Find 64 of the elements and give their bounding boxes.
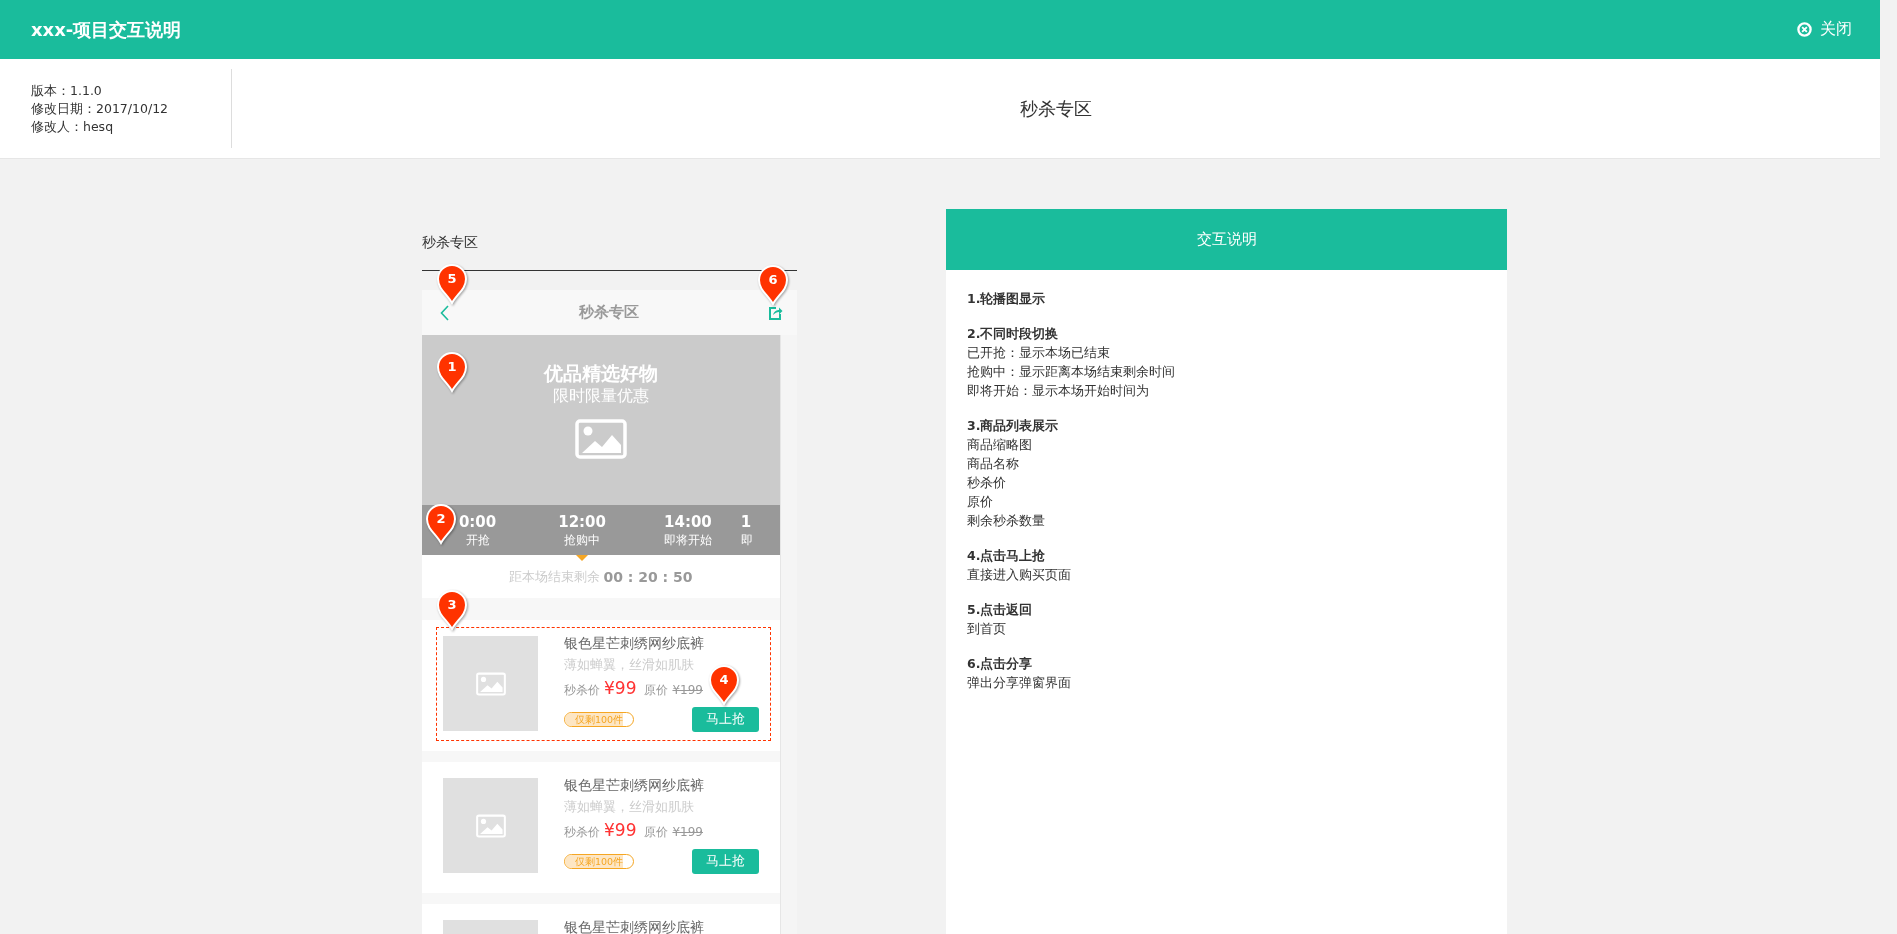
tab-time: 14:00 [664,512,712,532]
note-line: 抢购中：显示距离本场结束剩余时间 [967,363,1176,381]
note-heading: 4.点击马上抢 [967,547,1047,565]
page-title: 秒杀专区 [1020,96,1092,121]
time-tab[interactable]: 14:00 即将开始 [635,505,741,555]
marker-pin: 6 [756,264,790,306]
note-heading: 5.点击返回 [967,601,1034,619]
note-line: 商品缩略图 [967,436,1033,454]
note-line: 即将开始：显示本场开始时间为 [967,382,1150,400]
product-name: 银色星芒刺绣网纱底裤 [564,776,705,794]
notes-header: 交互说明 [946,209,1507,270]
product-card[interactable]: 银色星芒刺绣网纱底裤 [422,904,780,934]
note-line: 商品名称 [967,455,1020,473]
time-tab[interactable]: 0:00 开抢 [458,505,498,555]
marker-pin: 1 [435,351,469,393]
note-line: 剩余秒杀数量 [967,512,1046,530]
app-title: xxx-项目交互说明 [31,17,182,42]
stock-label: 仅剩100件 [574,855,624,868]
image-icon [575,419,627,459]
meta-line: 版本：1.1.0 [31,81,103,100]
stock-label: 仅剩100件 [574,713,624,726]
original-price: ¥199 [672,683,703,697]
marker-pin: 2 [424,503,458,545]
original-price: ¥199 [672,825,703,839]
note-line: 已开抢：显示本场已结束 [967,344,1111,362]
note-heading: 2.不同时段切换 [967,325,1060,343]
buy-now-button[interactable]: 马上抢 [692,849,759,874]
tab-label: 即 [740,532,753,548]
share-icon[interactable] [768,305,783,320]
note-line: 直接进入购买页面 [967,566,1072,584]
countdown-time: 00 : 20 : 50 [603,568,693,585]
product-name: 银色星芒刺绣网纱底裤 [564,634,705,652]
price-label: 秒杀价 [564,824,600,841]
original-price-label: 原价 [644,682,669,699]
note-heading: 6.点击分享 [967,655,1034,673]
nav-title: 秒杀专区 [578,303,639,322]
marker-pin: 3 [435,589,469,631]
marker-pin: 5 [435,263,469,305]
image-icon [475,813,506,838]
image-icon [475,671,506,696]
sale-price: ¥99 [604,678,637,698]
meta-line: 修改日期：2017/10/12 [31,99,170,118]
price-label: 秒杀价 [564,682,600,699]
tab-time: 1 [740,512,752,532]
note-heading: 3.商品列表展示 [967,417,1060,435]
tab-time: 12:00 [558,512,606,532]
close-button[interactable]: 关闭 [1797,19,1852,40]
tab-label: 抢购中 [564,532,601,548]
tab-time: 0:00 [458,512,497,532]
note-line: 弹出分享弹窗界面 [967,674,1072,692]
tab-label: 开抢 [465,532,490,548]
note-line: 秒杀价 [967,474,1007,492]
note-heading: 1.轮播图显示 [967,290,1047,308]
product-name: 银色星芒刺绣网纱底裤 [564,918,705,934]
buy-now-button[interactable]: 马上抢 [692,707,759,732]
time-tab[interactable]: 1 即 [740,505,780,555]
original-price-label: 原价 [644,824,669,841]
tab-label: 即将开始 [663,532,712,548]
note-line: 到首页 [967,620,1007,638]
note-line: 原价 [967,493,994,511]
sale-price: ¥99 [604,820,637,840]
meta-line: 修改人：hesq [31,117,115,136]
close-icon [1797,22,1812,37]
back-icon[interactable] [440,304,449,321]
